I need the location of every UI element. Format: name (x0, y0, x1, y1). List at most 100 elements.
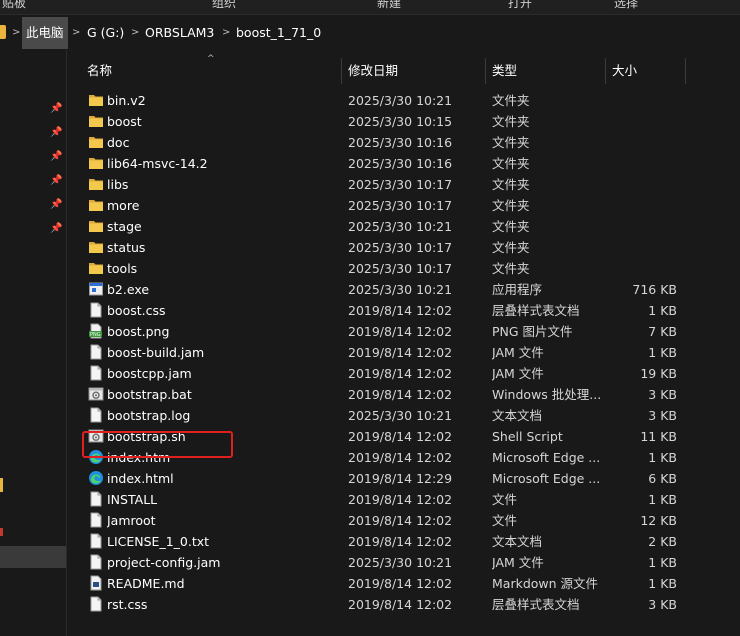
file-modified-date: 2025/3/30 10:17 (348, 198, 453, 213)
file-size: 716 KB (632, 282, 677, 297)
file-size: 7 KB (648, 324, 677, 339)
chevron-right-icon[interactable]: > (12, 17, 20, 49)
file-size: 3 KB (648, 387, 677, 402)
file-name: libs (107, 177, 129, 192)
file-name: bootstrap.bat (107, 387, 192, 402)
file-type: PNG 图片文件 (492, 324, 573, 339)
file-row[interactable]: bootstrap.log 2025/3/30 10:21 文本文档 3 KB (67, 405, 740, 426)
column-modified[interactable]: 修改日期 (348, 58, 398, 84)
file-size: 3 KB (648, 408, 677, 423)
file-row[interactable]: LICENSE_1_0.txt 2019/8/14 12:02 文本文档 2 KB (67, 531, 740, 552)
file-name: index.htm (107, 450, 171, 465)
column-divider[interactable] (685, 58, 686, 84)
file-row[interactable]: libs 2025/3/30 10:17 文件夹 (67, 174, 740, 195)
file-row[interactable]: rst.css 2019/8/14 12:02 层叠样式表文档 3 KB (67, 594, 740, 615)
file-type: 文件夹 (492, 177, 530, 192)
edge-browser-icon (88, 449, 104, 465)
file-row[interactable]: INSTALL 2019/8/14 12:02 文件 1 KB (67, 489, 740, 510)
file-row[interactable]: boost.css 2019/8/14 12:02 层叠样式表文档 1 KB (67, 300, 740, 321)
file-row[interactable]: status 2025/3/30 10:17 文件夹 (67, 237, 740, 258)
file-list-pane[interactable]: ^ 名称 修改日期 类型 大小 bin.v2 2025/3/30 10:21 文件夹… (66, 50, 740, 636)
file-type: Shell Script (492, 429, 563, 444)
markdown-file-icon (88, 575, 104, 591)
column-type[interactable]: 类型 (492, 58, 517, 84)
nav-item-marker (0, 528, 3, 536)
file-modified-date: 2019/8/14 12:02 (348, 345, 453, 360)
file-modified-date: 2025/3/30 10:21 (348, 555, 453, 570)
ribbon-organize[interactable]: 组织 (212, 0, 236, 11)
breadcrumb-boost[interactable]: boost_1_71_0 (232, 17, 325, 49)
file-size: 1 KB (648, 555, 677, 570)
file-modified-date: 2025/3/30 10:21 (348, 219, 453, 234)
breadcrumb-orbslam3[interactable]: ORBSLAM3 (141, 17, 218, 49)
file-row[interactable]: stage 2025/3/30 10:21 文件夹 (67, 216, 740, 237)
file-row[interactable]: README.md 2019/8/14 12:02 Markdown 源文件 1 KB (67, 573, 740, 594)
column-name[interactable]: 名称 (87, 58, 112, 84)
file-modified-date: 2019/8/14 12:02 (348, 303, 453, 318)
file-name: INSTALL (107, 492, 158, 507)
document-icon (88, 302, 104, 318)
file-name: boost-build.jam (107, 345, 205, 360)
ribbon-select[interactable]: 选择 (614, 0, 638, 11)
file-row[interactable]: lib64-msvc-14.2 2025/3/30 10:16 文件夹 (67, 153, 740, 174)
file-name: bin.v2 (107, 93, 146, 108)
document-icon (88, 596, 104, 612)
file-row[interactable]: bootstrap.sh 2019/8/14 12:02 Shell Script 1… (67, 426, 740, 447)
file-size: 1 KB (648, 492, 677, 507)
file-row[interactable]: b2.exe 2025/3/30 10:21 应用程序 716 KB (67, 279, 740, 300)
file-row[interactable]: project-config.jam 2025/3/30 10:21 JAM 文件 1… (67, 552, 740, 573)
file-row[interactable]: doc 2025/3/30 10:16 文件夹 (67, 132, 740, 153)
file-modified-date: 2025/3/30 10:16 (348, 135, 453, 150)
navigation-pane[interactable]: 📌 📌 📌 📌 📌 📌 (0, 50, 66, 636)
file-row[interactable]: index.html 2019/8/14 12:29 Microsoft Edge … (67, 468, 740, 489)
ribbon-clipboard[interactable]: 贴板 (2, 0, 26, 11)
column-divider[interactable] (605, 58, 606, 84)
file-row[interactable]: boost 2025/3/30 10:15 文件夹 (67, 111, 740, 132)
nav-selected-item[interactable] (0, 546, 66, 568)
file-modified-date: 2019/8/14 12:02 (348, 576, 453, 591)
file-name: boost.css (107, 303, 166, 318)
breadcrumb[interactable]: > 此电脑 > G (G:) > ORBSLAM3 > boost_1_71_0 (0, 17, 740, 49)
file-modified-date: 2025/3/30 10:21 (348, 408, 453, 423)
file-modified-date: 2025/3/30 10:17 (348, 240, 453, 255)
file-size: 12 KB (640, 513, 677, 528)
column-divider[interactable] (341, 58, 342, 84)
chevron-right-icon[interactable]: > (131, 17, 139, 49)
folder-icon (88, 134, 104, 150)
file-type: Markdown 源文件 (492, 576, 599, 591)
file-type: 层叠样式表文档 (492, 597, 580, 612)
file-row[interactable]: bin.v2 2025/3/30 10:21 文件夹 (67, 90, 740, 111)
file-row[interactable]: index.htm 2019/8/14 12:02 Microsoft Edge .… (67, 447, 740, 468)
file-row[interactable]: PNG boost.png 2019/8/14 12:02 PNG 图片文件 7 KB (67, 321, 740, 342)
chevron-right-icon[interactable]: > (222, 17, 230, 49)
column-divider[interactable] (485, 58, 486, 84)
folder-icon (0, 25, 6, 39)
folder-icon (88, 218, 104, 234)
document-icon (88, 533, 104, 549)
file-type: 文件夹 (492, 135, 530, 150)
breadcrumb-this-pc[interactable]: 此电脑 (22, 17, 68, 49)
column-size[interactable]: 大小 (612, 58, 637, 84)
ribbon-open[interactable]: 打开 (508, 0, 532, 11)
file-row[interactable]: bootstrap.bat 2019/8/14 12:02 Windows 批处理.… (67, 384, 740, 405)
file-row[interactable]: boostcpp.jam 2019/8/14 12:02 JAM 文件 19 KB (67, 363, 740, 384)
file-row[interactable]: boost-build.jam 2019/8/14 12:02 JAM 文件 1 KB (67, 342, 740, 363)
file-row[interactable]: Jamroot 2019/8/14 12:02 文件 12 KB (67, 510, 740, 531)
chevron-right-icon[interactable]: > (72, 17, 80, 49)
file-name: index.html (107, 471, 174, 486)
file-type: Microsoft Edge ... (492, 471, 601, 486)
file-modified-date: 2019/8/14 12:02 (348, 387, 453, 402)
ribbon-new[interactable]: 新建 (377, 0, 401, 11)
file-name: rst.css (107, 597, 148, 612)
file-size: 1 KB (648, 576, 677, 591)
breadcrumb-drive-g[interactable]: G (G:) (83, 17, 128, 49)
folder-icon (88, 197, 104, 213)
column-header: 名称 修改日期 类型 大小 (67, 58, 740, 84)
file-type: JAM 文件 (492, 366, 544, 381)
file-row[interactable]: more 2025/3/30 10:17 文件夹 (67, 195, 740, 216)
file-name: bootstrap.sh (107, 429, 186, 444)
file-row[interactable]: tools 2025/3/30 10:17 文件夹 (67, 258, 740, 279)
file-type: 文件夹 (492, 114, 530, 129)
pin-icon: 📌 (50, 103, 63, 114)
file-type: 文件 (492, 492, 518, 507)
